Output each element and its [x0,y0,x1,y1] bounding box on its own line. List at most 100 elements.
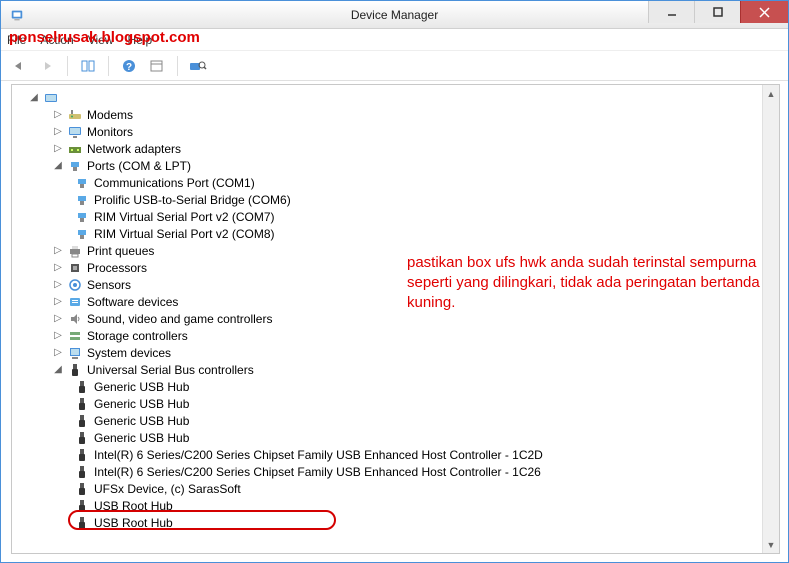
maximize-button[interactable] [694,1,740,23]
toolbar-separator [108,56,109,76]
tree-node-label: Universal Serial Bus controllers [87,362,254,378]
tree-leaf-label: Intel(R) 6 Series/C200 Series Chipset Fa… [94,464,541,480]
expand-icon[interactable]: ▷ [52,313,64,325]
tree-leaf-label: Generic USB Hub [94,430,189,446]
tree-root[interactable]: ◢ [14,89,777,106]
usb-icon [74,515,90,531]
expand-icon[interactable]: ▷ [52,109,64,121]
tree-node-label: Software devices [87,294,178,310]
tree-panel: ◢▷Modems▷Monitors▷Network adapters◢Ports… [11,84,780,554]
system-icon [67,345,83,361]
computer-icon [43,90,59,106]
usb-icon [74,379,90,395]
tree-leaf-label: Generic USB Hub [94,396,189,412]
scroll-down-icon[interactable]: ▼ [763,536,779,553]
show-hide-tree-button[interactable] [76,54,100,78]
tree-node-label: Network adapters [87,141,181,157]
expand-icon[interactable]: ▷ [52,262,64,274]
help-button[interactable]: ? [117,54,141,78]
minimize-button[interactable] [648,1,694,23]
toolbar-separator [67,56,68,76]
cpu-icon [67,260,83,276]
expand-icon[interactable]: ▷ [52,296,64,308]
sensor-icon [67,277,83,293]
tree-node-label: Storage controllers [87,328,188,344]
menu-file[interactable]: File [7,33,26,47]
back-button[interactable] [7,54,31,78]
usb-icon [67,362,83,378]
tree-leaf[interactable]: Prolific USB-to-Serial Bridge (COM6) [14,191,777,208]
tree-leaf-label: RIM Virtual Serial Port v2 (COM7) [94,209,275,225]
tree-node[interactable]: ▷Monitors [14,123,777,140]
expand-icon[interactable]: ▷ [52,279,64,291]
menu-view[interactable]: View [88,33,114,47]
expand-icon[interactable]: ▷ [52,143,64,155]
tree-node[interactable]: ◢ Universal Serial Bus controllers [14,361,777,378]
usb-icon [74,498,90,514]
tree-leaf-label: Communications Port (COM1) [94,175,255,191]
expand-icon[interactable]: ▷ [52,347,64,359]
properties-button[interactable] [145,54,169,78]
tree-node-label: Processors [87,260,147,276]
tree-node[interactable]: ▷ Storage controllers [14,327,777,344]
tree-leaf-label: Generic USB Hub [94,413,189,429]
titlebar: Device Manager [1,1,788,29]
storage-icon [67,328,83,344]
modem-icon [67,107,83,123]
expand-icon[interactable]: ▷ [52,245,64,257]
collapse-icon[interactable]: ◢ [28,92,40,104]
port-icon [74,175,90,191]
menubar: File Action View Help [1,29,788,51]
vertical-scrollbar[interactable]: ▲ ▼ [762,85,779,553]
forward-button[interactable] [35,54,59,78]
tree-leaf[interactable]: Intel(R) 6 Series/C200 Series Chipset Fa… [14,446,777,463]
menu-help[interactable]: Help [128,33,153,47]
printer-icon [67,243,83,259]
tree-leaf[interactable]: USB Root Hub [14,497,777,514]
port-icon [74,226,90,242]
tree-leaf[interactable]: UFSx Device, (c) SarasSoft [14,480,777,497]
tree-node-label: Sensors [87,277,131,293]
tree-node-label: Sound, video and game controllers [87,311,272,327]
tree-leaf-label: USB Root Hub [94,515,173,531]
tree-leaf[interactable]: RIM Virtual Serial Port v2 (COM7) [14,208,777,225]
tree-node[interactable]: ◢Ports (COM & LPT) [14,157,777,174]
software-icon [67,294,83,310]
tree-leaf[interactable]: Generic USB Hub [14,429,777,446]
close-button[interactable] [740,1,788,23]
tree-leaf[interactable]: Intel(R) 6 Series/C200 Series Chipset Fa… [14,463,777,480]
tree-leaf[interactable]: RIM Virtual Serial Port v2 (COM8) [14,225,777,242]
monitor-icon [67,124,83,140]
tree-leaf[interactable]: Generic USB Hub [14,395,777,412]
collapse-icon[interactable]: ◢ [52,364,64,376]
network-icon [67,141,83,157]
port-icon [67,158,83,174]
expand-icon[interactable]: ▷ [52,330,64,342]
tree-leaf[interactable]: USB Root Hub [14,514,777,531]
usb-icon [74,464,90,480]
tree-node[interactable]: ▷ Modems [14,106,777,123]
tree-node-label: System devices [87,345,171,361]
tree-node[interactable]: ▷ Network adapters [14,140,777,157]
window-controls [648,1,788,23]
tree-leaf[interactable]: Communications Port (COM1) [14,174,777,191]
collapse-icon[interactable]: ◢ [52,160,64,172]
tree-node[interactable]: ▷ System devices [14,344,777,361]
usb-icon [74,413,90,429]
tree-node-label: Print queues [87,243,154,259]
device-manager-window: Device Manager ponselrusak.blogspot.com … [0,0,789,563]
tree-node-label: Modems [87,107,133,123]
tree-leaf[interactable]: Generic USB Hub [14,378,777,395]
usb-icon [74,396,90,412]
tree-leaf-label: Intel(R) 6 Series/C200 Series Chipset Fa… [94,447,543,463]
usb-icon [74,447,90,463]
toolbar: ? [1,51,788,81]
usb-icon [74,481,90,497]
menu-action[interactable]: Action [40,33,73,47]
scroll-up-icon[interactable]: ▲ [763,85,779,102]
tree-leaf-label: RIM Virtual Serial Port v2 (COM8) [94,226,275,242]
expand-icon[interactable]: ▷ [52,126,64,138]
tree-leaf[interactable]: Generic USB Hub [14,412,777,429]
annotation-text: pastikan box ufs hwk anda sudah terinsta… [407,253,767,313]
scan-hardware-button[interactable] [186,54,210,78]
